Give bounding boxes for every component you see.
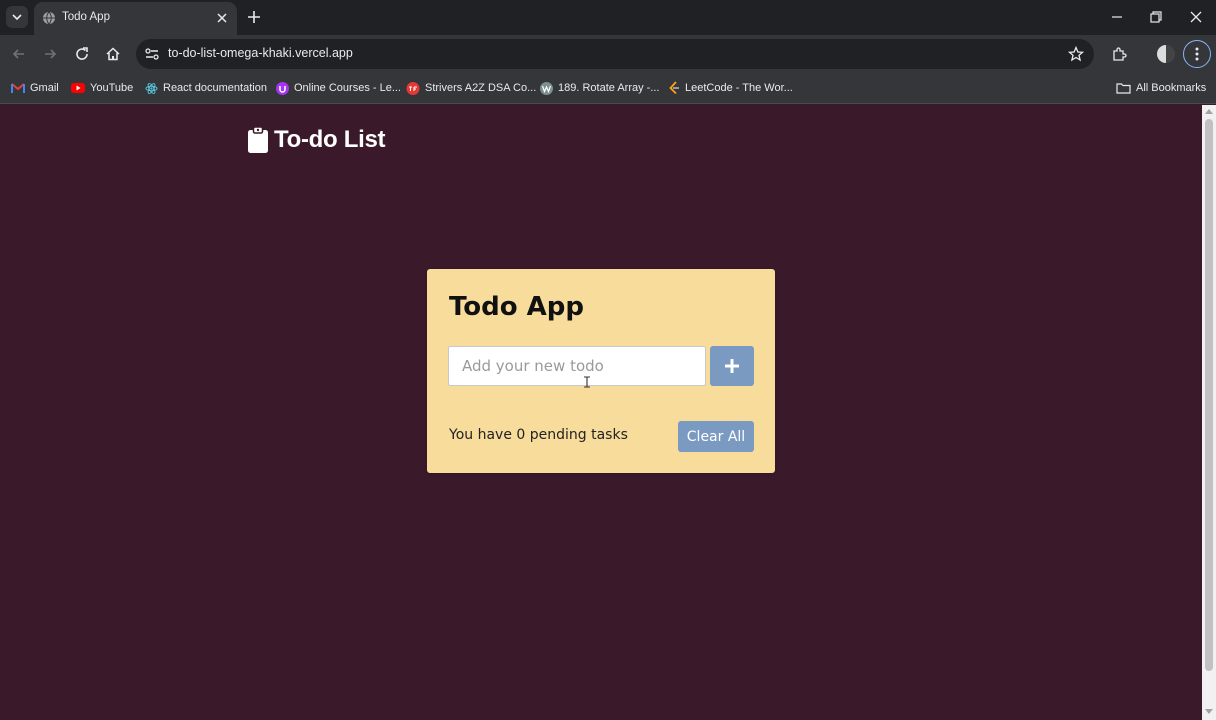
close-icon[interactable] — [215, 11, 229, 25]
bookmark-react-docs[interactable]: React documentation — [145, 80, 267, 96]
w-icon — [540, 81, 553, 95]
bookmark-rotate-array[interactable]: 189. Rotate Array -... — [540, 80, 660, 96]
bookmark-youtube[interactable]: YouTube — [71, 80, 133, 96]
page-viewport: To-do List Todo App You have 0 pending t… — [0, 105, 1202, 720]
url-text: to-do-list-omega-khaki.vercel.app — [168, 46, 353, 60]
restore-icon[interactable] — [1148, 9, 1164, 25]
leetcode-icon — [669, 81, 679, 95]
add-todo-button[interactable] — [710, 346, 754, 386]
new-todo-input[interactable] — [448, 346, 706, 386]
clear-all-button[interactable]: Clear All — [678, 421, 754, 452]
all-bookmarks-label: All Bookmarks — [1136, 82, 1207, 94]
extensions-icon[interactable] — [1111, 46, 1128, 63]
reload-icon[interactable] — [74, 46, 90, 62]
udemy-icon — [276, 81, 289, 95]
scroll-thumb[interactable] — [1205, 119, 1213, 671]
tuf-icon — [406, 81, 420, 95]
site-info-icon[interactable] — [144, 46, 160, 62]
react-icon — [145, 82, 158, 94]
bookmark-star-icon[interactable] — [1068, 46, 1084, 62]
browser-menu-button[interactable] — [1183, 40, 1211, 68]
tab-strip: Todo App — [0, 0, 1216, 35]
todo-card: Todo App You have 0 pending tasks Clear … — [427, 269, 775, 473]
clipboard-icon — [248, 127, 268, 153]
pending-tasks-text: You have 0 pending tasks — [449, 427, 628, 443]
all-bookmarks[interactable]: All Bookmarks — [1116, 80, 1206, 96]
profile-avatar[interactable] — [1157, 45, 1175, 63]
new-tab-icon[interactable] — [246, 9, 262, 25]
text-cursor-icon — [584, 376, 590, 388]
bookmark-label: 189. Rotate Array -... — [558, 82, 660, 94]
tab-title: Todo App — [62, 11, 110, 23]
page-scrollbar[interactable] — [1202, 105, 1216, 720]
youtube-icon — [71, 83, 85, 93]
bookmarks-bar: Gmail YouTube React documentation Online… — [0, 73, 1216, 104]
more-vertical-icon — [1195, 47, 1199, 61]
tab-todo-app[interactable]: Todo App — [34, 2, 237, 35]
back-icon[interactable] — [11, 46, 27, 62]
address-bar[interactable]: to-do-list-omega-khaki.vercel.app — [136, 39, 1094, 69]
minimize-icon[interactable] — [1109, 9, 1125, 25]
scroll-up-arrow[interactable] — [1205, 109, 1213, 114]
forward-icon[interactable] — [42, 46, 58, 62]
bookmark-label: Online Courses - Le... — [294, 82, 401, 94]
bookmark-label: LeetCode - The Wor... — [685, 82, 793, 94]
chevron-down-icon — [12, 14, 22, 21]
brand-title: To-do List — [274, 126, 386, 153]
home-icon[interactable] — [105, 46, 121, 62]
card-title: Todo App — [449, 292, 585, 322]
window-close-icon[interactable] — [1188, 9, 1204, 25]
browser-toolbar: to-do-list-omega-khaki.vercel.app — [0, 35, 1216, 73]
folder-icon — [1116, 83, 1131, 94]
scroll-down-arrow[interactable] — [1205, 709, 1213, 714]
gmail-icon — [11, 82, 25, 93]
plus-icon — [725, 359, 739, 373]
bookmark-udemy[interactable]: Online Courses - Le... — [276, 80, 401, 96]
bookmark-label: YouTube — [90, 82, 134, 94]
bookmark-label: Gmail — [30, 82, 59, 94]
globe-icon — [43, 11, 55, 25]
bookmark-gmail[interactable]: Gmail — [11, 80, 59, 96]
bookmark-label: React documentation — [163, 82, 267, 94]
tab-search-button[interactable] — [6, 6, 28, 28]
bookmark-strivers[interactable]: Strivers A2Z DSA Co... — [406, 80, 536, 96]
bookmark-label: Strivers A2Z DSA Co... — [425, 82, 537, 94]
bookmark-leetcode[interactable]: LeetCode - The Wor... — [668, 80, 793, 96]
site-brand[interactable]: To-do List — [248, 126, 386, 154]
